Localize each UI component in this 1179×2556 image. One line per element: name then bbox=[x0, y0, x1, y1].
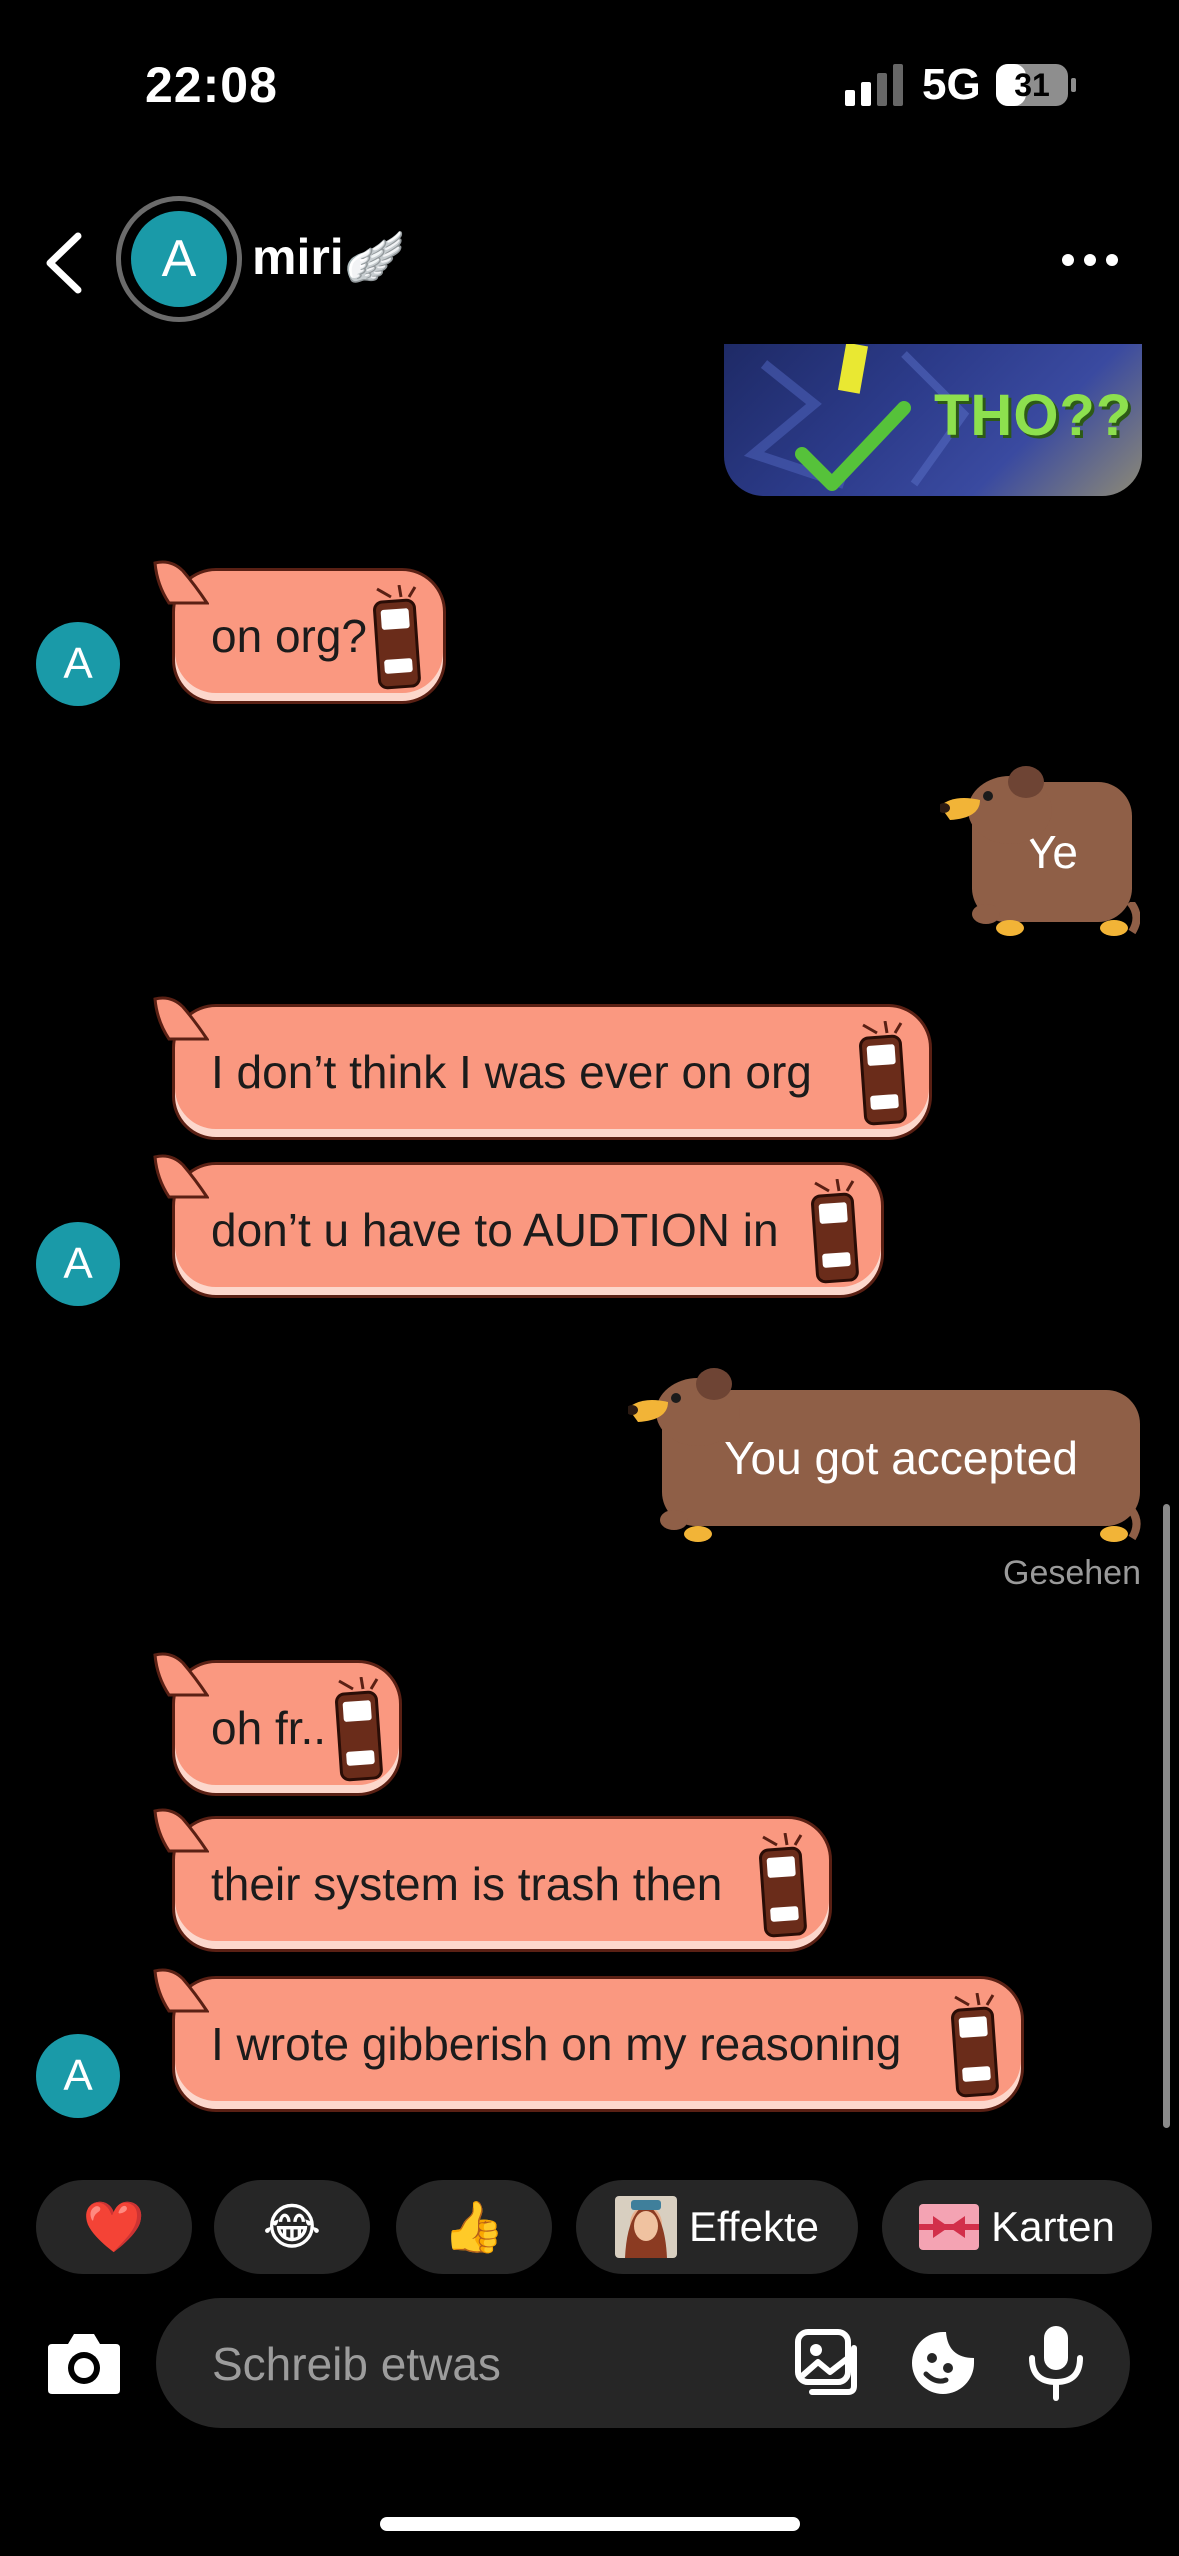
bubble-ear-decoration bbox=[153, 1154, 209, 1199]
message-bubble-received[interactable]: on org? bbox=[153, 560, 446, 704]
signal-icon bbox=[845, 64, 903, 106]
message-text: You got accepted bbox=[724, 1432, 1078, 1484]
dog-feet-decoration bbox=[972, 902, 1140, 936]
sticker-icon[interactable] bbox=[908, 2328, 978, 2398]
home-indicator bbox=[380, 2517, 800, 2531]
status-time: 22:08 bbox=[145, 57, 278, 113]
message-bubble-sent[interactable]: Ye bbox=[940, 760, 1140, 940]
shared-image-message[interactable]: THO?? bbox=[724, 344, 1142, 496]
bubble-ear-decoration bbox=[153, 1652, 209, 1697]
bubble-ear-decoration bbox=[153, 1808, 209, 1853]
reaction-thumbs-up-button[interactable]: 👍 bbox=[396, 2180, 552, 2274]
dog-head-decoration bbox=[940, 766, 1052, 844]
contact-name-text: miri bbox=[252, 229, 344, 285]
message-text: I wrote gibberish on my reasoning bbox=[211, 2018, 902, 2070]
message-text: their system is trash then bbox=[211, 1858, 723, 1910]
network-label: 5G bbox=[922, 60, 981, 109]
cards-button[interactable]: Karten bbox=[882, 2180, 1152, 2274]
wing-emoji: 🪽 bbox=[343, 229, 406, 285]
effects-button[interactable]: Effekte bbox=[576, 2180, 858, 2274]
effects-label: Effekte bbox=[689, 2203, 819, 2250]
contact-avatar[interactable]: A bbox=[131, 211, 227, 307]
can-sticker-icon bbox=[758, 1833, 808, 1938]
dog-head-decoration bbox=[628, 1368, 740, 1446]
can-sticker-icon bbox=[810, 1179, 860, 1284]
gallery-icon[interactable] bbox=[794, 2328, 864, 2398]
sender-avatar[interactable]: A bbox=[36, 622, 120, 706]
message-bubble-received[interactable]: I wrote gibberish on my reasoning bbox=[153, 1968, 1024, 2112]
message-text: I don’t think I was ever on org bbox=[211, 1046, 812, 1098]
can-sticker-icon bbox=[372, 585, 422, 690]
battery-icon: 31 bbox=[996, 64, 1076, 106]
battery-level: 31 bbox=[1014, 66, 1050, 103]
contact-name[interactable]: miri🪽 bbox=[252, 228, 406, 287]
message-input[interactable] bbox=[210, 2330, 814, 2398]
message-bubble-sent[interactable]: You got accepted bbox=[628, 1362, 1142, 1542]
can-sticker-icon bbox=[334, 1677, 384, 1782]
chat-scrollbar[interactable] bbox=[1163, 1504, 1170, 2128]
bubble-ear-decoration bbox=[153, 560, 209, 605]
cards-label: Karten bbox=[991, 2203, 1115, 2250]
sender-avatar[interactable]: A bbox=[36, 1222, 120, 1306]
reaction-laugh-button[interactable]: 😂 bbox=[214, 2180, 370, 2274]
dog-feet-decoration bbox=[660, 1508, 1141, 1542]
gift-card-icon bbox=[919, 2204, 980, 2250]
thumbs-up-emoji-icon: 👍 bbox=[442, 2198, 506, 2255]
heart-emoji-icon: ❤️ bbox=[82, 2198, 146, 2255]
bubble-ear-decoration bbox=[153, 996, 209, 1041]
shared-image-caption: THO?? bbox=[934, 383, 1133, 448]
more-options-icon[interactable] bbox=[1060, 248, 1120, 272]
laughing-emoji-icon: 😂 bbox=[262, 2199, 322, 2255]
message-bubble-received[interactable]: don’t u have to AUDTION in bbox=[153, 1154, 884, 1298]
bubble-ear-decoration bbox=[153, 1968, 209, 2013]
sender-avatar[interactable]: A bbox=[36, 2034, 120, 2118]
back-chevron-icon[interactable] bbox=[40, 228, 90, 298]
can-sticker-icon bbox=[858, 1021, 908, 1126]
seen-status: Gesehen bbox=[1003, 1554, 1141, 1592]
message-text: on org? bbox=[211, 610, 368, 662]
microphone-icon[interactable] bbox=[1028, 2324, 1084, 2402]
effects-thumbnail-icon bbox=[615, 2196, 677, 2258]
camera-icon[interactable] bbox=[44, 2326, 124, 2398]
message-bubble-received[interactable]: I don’t think I was ever on org bbox=[153, 996, 932, 1140]
reaction-heart-button[interactable]: ❤️ bbox=[36, 2180, 192, 2274]
message-text: oh fr.. bbox=[211, 1702, 327, 1754]
message-composer[interactable] bbox=[156, 2298, 1130, 2428]
can-sticker-icon bbox=[950, 1993, 1000, 2098]
message-text: don’t u have to AUDTION in bbox=[211, 1204, 779, 1256]
message-bubble-received[interactable]: their system is trash then bbox=[153, 1808, 832, 1952]
message-bubble-received[interactable]: oh fr.. bbox=[153, 1652, 402, 1796]
